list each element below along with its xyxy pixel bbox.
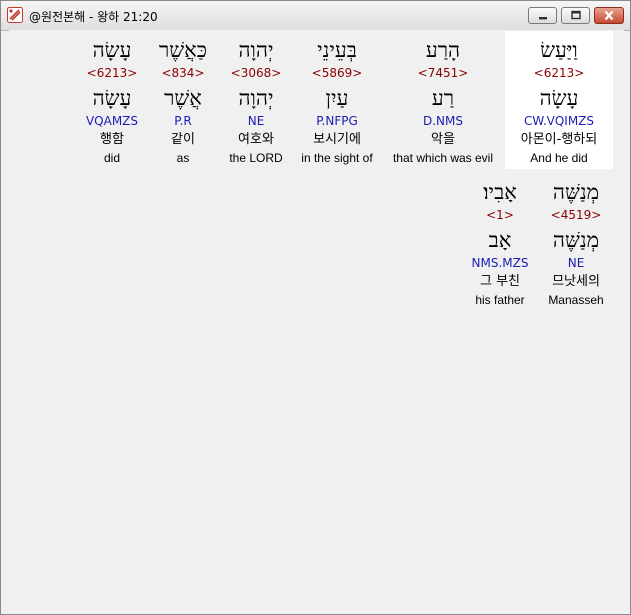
hebrew-lemma: יְהוָה xyxy=(238,86,274,110)
hebrew-word: מְנַשֶּׁה xyxy=(552,180,600,204)
korean-gloss: 같이 xyxy=(171,132,195,147)
strong-number[interactable]: <834> xyxy=(149,66,217,81)
morph-code[interactable]: NE xyxy=(539,256,613,271)
hebrew-lemma: אֲשֶׁר xyxy=(164,86,202,110)
morph-code[interactable]: NMS.MZS xyxy=(465,256,535,271)
english-gloss: that which was evil xyxy=(392,151,494,165)
hebrew-word: בְּעֵינֵי xyxy=(317,38,357,62)
korean-gloss: 그 부친 xyxy=(479,274,520,289)
title-bar[interactable]: @원전본해 - 왕하 21:20 xyxy=(1,1,630,31)
word-column-3[interactable]: בְּעֵינֵי <5869> עַיִן P.NFPG 보시기에 in th… xyxy=(293,31,381,169)
hebrew-lemma: מְנַשֶּׁה xyxy=(552,228,600,252)
hebrew-word: הָרַע xyxy=(425,38,461,62)
english-gloss: as xyxy=(176,151,190,165)
korean-gloss: 므낫세의 xyxy=(552,274,600,289)
english-gloss: And he did xyxy=(530,151,588,165)
morph-code[interactable]: NE xyxy=(221,114,291,129)
english-gloss: in the sight of xyxy=(301,151,373,165)
word-column-6[interactable]: עָשָׂה <6213> עָשָׂה VQAMZS 행함 did xyxy=(81,31,143,169)
hebrew-lemma: רַע xyxy=(431,86,455,110)
minimize-button[interactable] xyxy=(528,7,557,24)
strong-number[interactable]: <3068> xyxy=(221,66,291,81)
morph-code[interactable]: P.R xyxy=(149,114,217,129)
korean-gloss: 보시기에 xyxy=(313,132,361,147)
word-column-4[interactable]: יְהוָה <3068> יְהוָה NE 여호와 the LORD xyxy=(221,31,291,169)
hebrew-word: עָשָׂה xyxy=(92,38,132,62)
morph-code[interactable]: VQAMZS xyxy=(81,114,143,129)
hebrew-word: יְהוָה xyxy=(238,38,274,62)
close-icon xyxy=(604,10,614,21)
morph-code[interactable]: P.NFPG xyxy=(293,114,381,129)
english-gloss: Manasseh xyxy=(548,293,604,307)
hebrew-word: אָבִיו׃ xyxy=(483,180,517,204)
strong-number[interactable]: <7451> xyxy=(383,66,503,81)
strong-number[interactable]: <6213> xyxy=(81,66,143,81)
korean-gloss: 아몬이-행하되 xyxy=(520,132,598,147)
word-column-8[interactable]: אָבִיו׃ <1> אָב NMS.MZS 그 부친 his father xyxy=(465,173,535,311)
word-column-2[interactable]: הָרַע <7451> רַע D.NMS 악을 that which was… xyxy=(383,31,503,169)
morph-code[interactable]: CW.VQIMZS xyxy=(505,114,613,129)
hebrew-lemma: עַיִן xyxy=(325,86,349,110)
korean-gloss: 여호와 xyxy=(238,132,274,147)
english-gloss: did xyxy=(103,151,120,165)
hebrew-lemma: עָשָׂה xyxy=(539,86,579,110)
app-window: @원전본해 - 왕하 21:20 וַיַּעַשׂ <6213> עָשָׂה… xyxy=(0,0,631,615)
english-gloss: his father xyxy=(475,293,525,307)
close-button[interactable] xyxy=(594,7,624,24)
word-column-7[interactable]: מְנַשֶּׁה <4519> מְנַשֶּׁה NE 므낫세의 Manas… xyxy=(539,173,613,311)
minimize-icon xyxy=(538,17,547,20)
maximize-icon xyxy=(570,10,581,20)
maximize-button[interactable] xyxy=(561,7,590,24)
hebrew-lemma: עָשָׂה xyxy=(92,86,132,110)
korean-gloss: 행함 xyxy=(100,132,124,147)
interlinear-view: וַיַּעַשׂ <6213> עָשָׂה CW.VQIMZS 아몬이-행하… xyxy=(9,30,624,610)
strong-number[interactable]: <5869> xyxy=(293,66,381,81)
korean-gloss: 악을 xyxy=(431,132,455,147)
window-title: @원전본해 - 왕하 21:20 xyxy=(29,10,158,24)
strong-number[interactable]: <6213> xyxy=(505,66,613,81)
hebrew-word: כַּאֲשֶׁר xyxy=(158,38,208,62)
app-hebrew-icon xyxy=(7,7,23,23)
strong-number[interactable]: <1> xyxy=(465,208,535,223)
morph-code[interactable]: D.NMS xyxy=(383,114,503,129)
english-gloss: the LORD xyxy=(229,151,283,165)
word-column-5[interactable]: כַּאֲשֶׁר <834> אֲשֶׁר P.R 같이 as xyxy=(149,31,217,169)
hebrew-lemma: אָב xyxy=(488,228,512,252)
hebrew-word: וַיַּעַשׂ xyxy=(540,38,578,62)
word-column-1[interactable]: וַיַּעַשׂ <6213> עָשָׂה CW.VQIMZS 아몬이-행하… xyxy=(505,31,613,169)
strong-number[interactable]: <4519> xyxy=(539,208,613,223)
